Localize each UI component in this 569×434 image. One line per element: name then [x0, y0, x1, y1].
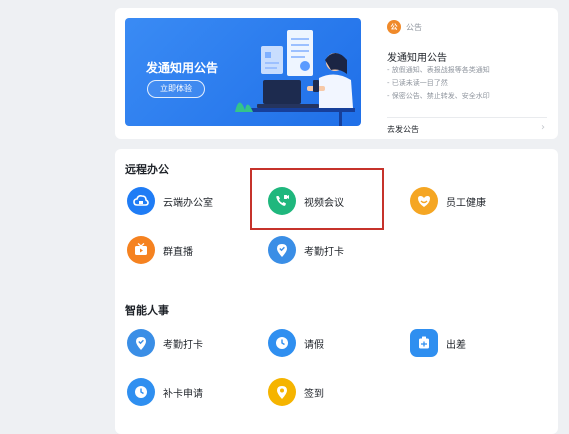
post-announcement-link[interactable]: 去发公告	[387, 124, 419, 135]
notice-description: - 放假通知、表报战报等各类通知 - 已读未读一目了然 - 保密公告、禁止转发、…	[387, 64, 490, 103]
app-business-trip[interactable]: 出差	[410, 329, 466, 357]
notice-tag-label: 公告	[406, 22, 422, 32]
notice-tag: 公 公告	[387, 20, 422, 34]
section-title-remote-office: 远程办公	[125, 163, 169, 176]
app-label: 云端办公室	[163, 197, 213, 209]
app-label: 出差	[446, 339, 466, 351]
notice-panel: 公 公告 发通知用公告 - 放假通知、表报战报等各类通知 - 已读未读一目了然 …	[387, 18, 549, 136]
app-attendance[interactable]: 考勤打卡	[268, 236, 344, 264]
leave-icon	[268, 329, 296, 357]
app-clock-fix[interactable]: 补卡申请	[127, 378, 203, 406]
app-label: 考勤打卡	[304, 246, 344, 258]
app-leave[interactable]: 请假	[268, 329, 324, 357]
live-stream-icon	[127, 236, 155, 264]
attendance-icon	[268, 236, 296, 264]
highlight-box	[250, 168, 384, 230]
app-label: 补卡申请	[163, 388, 203, 400]
divider	[387, 117, 547, 118]
notice-line: - 放假通知、表报战报等各类通知	[387, 66, 490, 74]
app-employee-health[interactable]: 员工健康	[410, 187, 486, 215]
announcement-banner[interactable]: 发通知用公告 立即体验	[125, 18, 361, 126]
employee-health-icon	[410, 187, 438, 215]
announcement-card: 发通知用公告 立即体验 公 公告 发通知用公告 - 放假通知、表报战报等各类通知…	[115, 8, 558, 139]
clock-fix-icon	[127, 378, 155, 406]
page-edge	[560, 0, 569, 428]
app-sign-in[interactable]: 签到	[268, 378, 324, 406]
banner-illustration	[235, 30, 355, 126]
notice-line: - 已读未读一目了然	[387, 79, 448, 87]
chevron-right-icon[interactable]: ›	[541, 122, 545, 133]
business-trip-icon	[410, 329, 438, 357]
section-title-smart-hr: 智能人事	[125, 304, 169, 317]
app-live-stream[interactable]: 群直播	[127, 236, 193, 264]
try-now-button[interactable]: 立即体验	[147, 80, 205, 98]
banner-title: 发通知用公告	[146, 61, 219, 75]
notice-line: - 保密公告、禁止转发、安全水印	[387, 92, 490, 100]
app-label: 群直播	[163, 246, 193, 258]
app-label: 员工健康	[446, 197, 486, 209]
app-cloud-office[interactable]: 云端办公室	[127, 187, 213, 215]
app-attendance[interactable]: 考勤打卡	[127, 329, 203, 357]
app-label: 考勤打卡	[163, 339, 203, 351]
app-label: 签到	[304, 388, 324, 400]
attendance-icon	[127, 329, 155, 357]
notice-title: 发通知用公告	[387, 53, 447, 64]
sign-in-icon	[268, 378, 296, 406]
app-label: 请假	[304, 339, 324, 351]
cloud-office-icon	[127, 187, 155, 215]
announcement-icon: 公	[387, 20, 401, 34]
